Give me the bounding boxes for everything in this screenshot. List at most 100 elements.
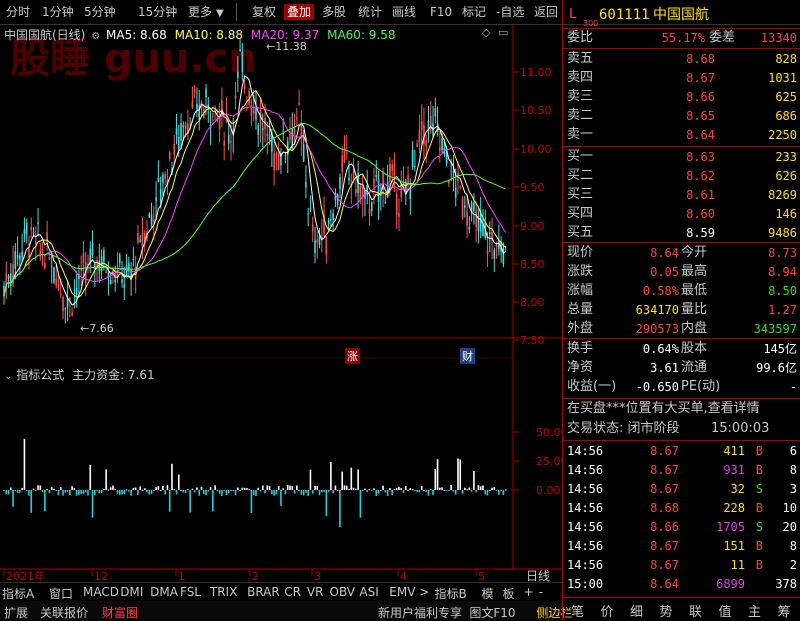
indicator-bar xyxy=(314,485,316,490)
side-tab[interactable]: 图文F10 xyxy=(469,604,515,621)
indicator-title[interactable]: 指标公式 xyxy=(16,368,64,382)
tick-row: 15:00 8.64 6899 378 xyxy=(567,577,797,591)
indicator-tab[interactable]: TRIX xyxy=(210,585,237,599)
mark-button[interactable]: 标记 xyxy=(462,4,486,20)
extension-tab[interactable]: 关联报价 xyxy=(40,604,88,621)
indicator-bar xyxy=(96,490,98,492)
f10-button[interactable]: F10 xyxy=(430,4,452,20)
quote-view-tab[interactable]: 筹 xyxy=(778,601,791,620)
multi-stock-button[interactable]: 多股 xyxy=(322,4,346,20)
indicator-tab[interactable]: 指标B xyxy=(435,585,467,602)
overlay-button[interactable]: 叠加 xyxy=(284,4,315,20)
indicator-bar xyxy=(177,474,180,490)
quote-view-tab[interactable]: 势 xyxy=(660,601,673,620)
indicator-tab[interactable]: 窗口 xyxy=(49,585,73,602)
indicator-bar xyxy=(114,488,117,490)
diamond-icon[interactable]: ◇ xyxy=(482,26,490,39)
period-tab[interactable]: 分时 xyxy=(6,4,30,20)
indicator-tab[interactable]: + xyxy=(524,585,534,599)
candle-body xyxy=(468,226,471,230)
candle-body xyxy=(175,128,178,136)
indicator-bar xyxy=(448,490,450,492)
quote-view-tab[interactable]: 值 xyxy=(719,601,732,620)
period-tab[interactable]: 1分钟 xyxy=(42,4,74,20)
order-row: 卖二 8.65 686 xyxy=(567,108,797,123)
indicator-bar xyxy=(130,490,132,496)
quote-view-tab[interactable]: 主 xyxy=(748,601,761,620)
quote-view-tab[interactable]: 细 xyxy=(630,601,643,620)
indicator-bar xyxy=(73,488,76,490)
period-tab[interactable]: 5分钟 xyxy=(84,4,116,20)
indicator-tab[interactable]: OBV xyxy=(330,585,356,599)
side-tab[interactable]: 新用户福利专享 xyxy=(378,604,462,621)
extension-tab[interactable]: 财富圈 xyxy=(102,604,138,621)
indicator-tab[interactable]: DMI xyxy=(120,585,143,599)
indicator-tick-label: 0.00 xyxy=(536,484,561,497)
tick-row: 14:56 8.68 228 B 10 xyxy=(567,501,797,515)
quote-view-tab[interactable]: 价 xyxy=(601,601,614,620)
tick-row: 14:56 8.67 32 S 3 xyxy=(567,482,797,496)
kline-chart[interactable]: 股睡 guu.cn 11.0010.5010.009.509.008.508.0… xyxy=(0,24,562,584)
extension-tab[interactable]: 扩展 xyxy=(4,604,28,621)
cai-badge[interactable]: 财 xyxy=(460,348,475,364)
indicator-bar xyxy=(19,490,21,493)
chevron-down-icon[interactable]: ▼ xyxy=(216,6,224,22)
candle-body xyxy=(32,232,35,234)
indicator-tick-label: 50.00 xyxy=(536,426,562,439)
indicator-bar xyxy=(343,485,346,490)
price-tick-label: 10.00 xyxy=(520,143,552,156)
indicator-bar xyxy=(148,490,151,495)
candle-body xyxy=(121,279,123,283)
candle-body xyxy=(325,236,328,255)
chevron-down-icon[interactable]: ⌄ xyxy=(4,371,12,382)
gear-icon[interactable]: ⚙ xyxy=(91,31,100,42)
indicator-tab[interactable]: DMA xyxy=(150,585,178,599)
indicator-tab[interactable]: > xyxy=(419,585,429,599)
zhang-badge[interactable]: 涨 xyxy=(345,348,360,364)
quote-view-tab[interactable]: 联 xyxy=(689,601,702,620)
indicator-tab[interactable]: 板 xyxy=(503,585,515,602)
tick-row: 14:56 8.67 931 B 8 xyxy=(567,463,797,477)
indicator-tab[interactable]: ASI xyxy=(359,585,378,599)
candle-body xyxy=(316,239,319,243)
candle-body xyxy=(230,140,232,143)
indicator-tab[interactable]: FSL xyxy=(180,585,201,599)
period-tab[interactable]: 15分钟 xyxy=(138,4,177,20)
indicator-tab[interactable]: BRAR xyxy=(247,585,280,599)
candle-body xyxy=(348,177,350,181)
indicator-bar xyxy=(198,490,201,496)
indicator-bar xyxy=(504,489,507,491)
indicator-bar xyxy=(334,485,337,490)
indicator-bar xyxy=(196,487,198,490)
indicator-tab[interactable]: EMV xyxy=(389,585,415,599)
stats-button[interactable]: 统计 xyxy=(358,4,382,20)
candle-body xyxy=(50,266,53,268)
quote-view-tab[interactable]: 笔 xyxy=(571,601,584,620)
indicator-bar xyxy=(495,490,498,491)
candle-body xyxy=(314,240,316,253)
indicator-tab[interactable]: CR xyxy=(284,585,301,599)
big-order-notice[interactable]: 在买盘***位置有大买单,查看详情 xyxy=(563,400,800,418)
indicator-tab[interactable]: MACD xyxy=(83,585,119,599)
draw-line-button[interactable]: 画线 xyxy=(392,4,416,20)
indicator-bar xyxy=(116,490,119,494)
indicator-tab[interactable]: 模 xyxy=(482,585,494,602)
indicator-tab[interactable]: VR xyxy=(307,585,324,599)
indicator-bar xyxy=(230,490,232,492)
back-button[interactable]: 返回 xyxy=(534,4,558,20)
indicator-bar xyxy=(325,490,328,517)
indicator-bar xyxy=(103,488,105,490)
indicator-bar xyxy=(143,488,146,490)
minimize-icon[interactable]: ▭ xyxy=(498,26,508,39)
indicator-tab[interactable]: 指标A xyxy=(2,585,34,602)
candle-body xyxy=(330,218,332,221)
candle-body xyxy=(411,150,414,168)
candle-body xyxy=(255,108,257,120)
indicator-bar xyxy=(411,489,414,491)
indicator-bar xyxy=(187,489,189,491)
fuquan-button[interactable]: 复权 xyxy=(252,4,276,20)
more-menu[interactable]: 更多 xyxy=(188,4,212,20)
indicator-tab[interactable]: - xyxy=(539,585,543,599)
remove-favorite-button[interactable]: -自选 xyxy=(496,4,524,20)
indicator-bar xyxy=(491,487,493,490)
